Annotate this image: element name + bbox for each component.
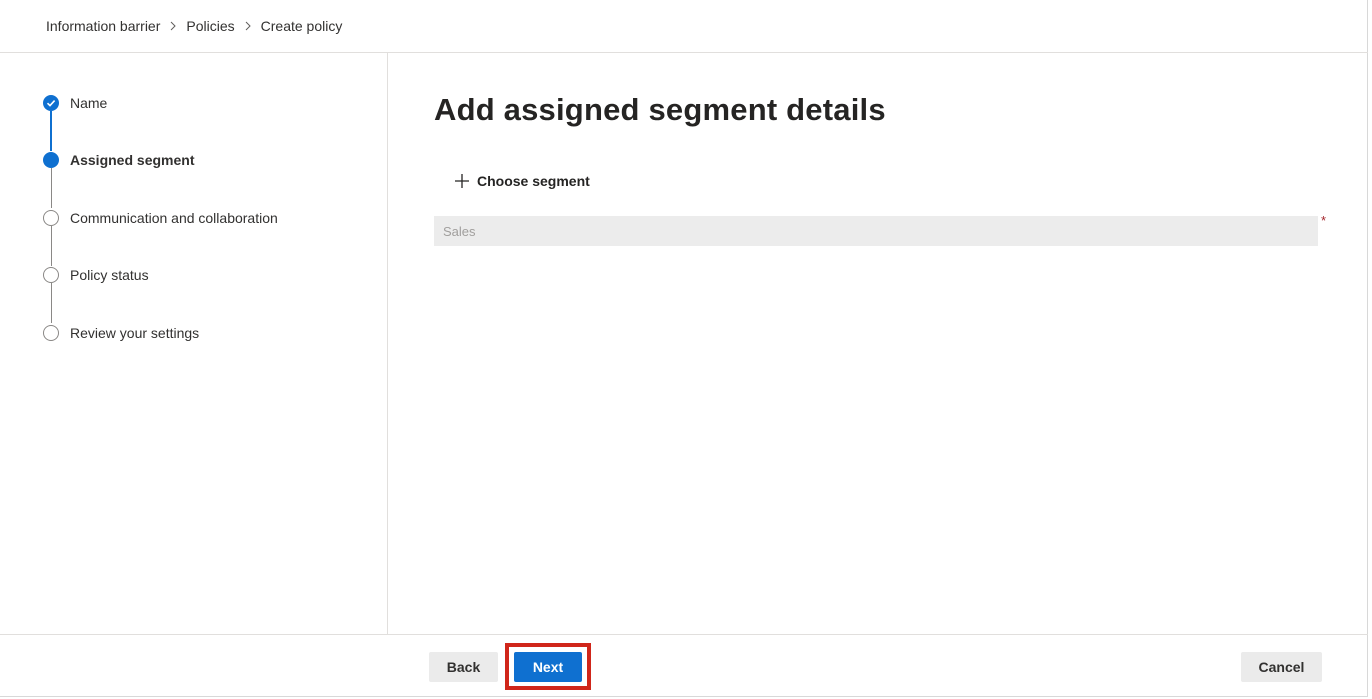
wizard-stepper: [0, 53, 388, 634]
step-connector: [50, 283, 52, 323]
plus-icon: [454, 173, 470, 189]
page-title: Add assigned segment details: [434, 92, 886, 127]
footer-divider: [0, 634, 1368, 635]
cancel-button[interactable]: Cancel: [1241, 652, 1322, 682]
step-name[interactable]: Name: [43, 95, 107, 111]
checkmark-icon: [43, 95, 59, 111]
step-connector: [50, 111, 52, 151]
step-connector: [50, 168, 52, 208]
step-communication-and-collaboration[interactable]: Communication and collaboration: [43, 210, 278, 226]
step-review-your-settings[interactable]: Review your settings: [43, 325, 199, 341]
chevron-right-icon: [244, 21, 252, 31]
current-step-icon: [43, 152, 59, 168]
breadcrumb-information-barrier[interactable]: Information barrier: [46, 18, 160, 34]
breadcrumb-create-policy: Create policy: [260, 18, 343, 34]
choose-segment-button[interactable]: Choose segment: [448, 168, 596, 194]
breadcrumb: Information barrier Policies Create poli…: [46, 17, 342, 35]
step-label: Assigned segment: [70, 152, 195, 168]
pending-step-icon: [43, 267, 59, 283]
breadcrumb-policies[interactable]: Policies: [186, 18, 234, 34]
step-assigned-segment[interactable]: Assigned segment: [43, 152, 194, 168]
choose-segment-label: Choose segment: [477, 173, 590, 189]
step-policy-status[interactable]: Policy status: [43, 267, 149, 283]
chevron-right-icon: [169, 21, 177, 31]
back-button[interactable]: Back: [429, 652, 498, 682]
assigned-segment-field[interactable]: [434, 216, 1318, 246]
step-label: Name: [70, 95, 108, 111]
step-label: Review your settings: [70, 325, 200, 341]
pending-step-icon: [43, 210, 59, 226]
next-button[interactable]: Next: [514, 652, 582, 682]
step-connector: [50, 226, 52, 266]
pending-step-icon: [43, 325, 59, 341]
required-indicator: *: [1321, 213, 1327, 228]
step-label: Policy status: [70, 267, 149, 283]
step-label: Communication and collaboration: [70, 210, 278, 226]
